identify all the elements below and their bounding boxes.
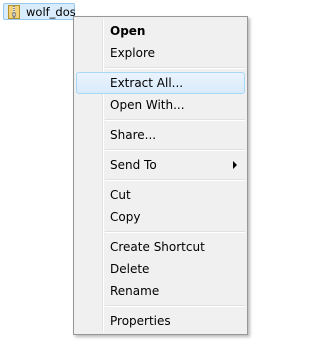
menu-item-share[interactable]: Share...	[76, 124, 245, 146]
menu-item-rename[interactable]: Rename	[76, 280, 245, 302]
menu-item-open[interactable]: Open	[76, 20, 245, 42]
menu-separator	[105, 305, 245, 307]
context-menu: Open Explore Extract All... Open With...…	[73, 16, 248, 335]
menu-item-extract-all-label: Extract All...	[110, 76, 184, 90]
menu-item-delete[interactable]: Delete	[76, 258, 245, 280]
menu-item-delete-label: Delete	[110, 262, 150, 276]
menu-item-open-label: Open	[110, 24, 146, 38]
menu-separator	[105, 149, 245, 151]
menu-item-create-shortcut-label: Create Shortcut	[110, 240, 205, 254]
menu-item-create-shortcut[interactable]: Create Shortcut	[76, 236, 245, 258]
menu-item-open-with-label: Open With...	[110, 98, 185, 112]
menu-item-open-with[interactable]: Open With...	[76, 94, 245, 116]
menu-item-properties-label: Properties	[110, 314, 171, 328]
menu-item-explore-label: Explore	[110, 46, 156, 60]
menu-item-send-to-label: Send To	[110, 158, 157, 172]
file-item-wolf-dos[interactable]: wolf_dos	[3, 3, 76, 20]
menu-item-copy-label: Copy	[110, 210, 141, 224]
menu-item-copy[interactable]: Copy	[76, 206, 245, 228]
menu-item-cut-label: Cut	[110, 188, 131, 202]
menu-item-send-to[interactable]: Send To	[76, 154, 245, 176]
menu-separator	[105, 231, 245, 233]
menu-item-properties[interactable]: Properties	[76, 310, 245, 332]
menu-separator	[105, 119, 245, 121]
menu-separator	[105, 179, 245, 181]
zip-folder-icon	[8, 5, 20, 19]
submenu-arrow-icon	[233, 161, 237, 169]
file-name-label: wolf_dos	[26, 5, 76, 19]
menu-item-share-label: Share...	[110, 128, 157, 142]
menu-item-extract-all[interactable]: Extract All...	[76, 72, 245, 94]
menu-separator	[105, 67, 245, 69]
menu-item-explore[interactable]: Explore	[76, 42, 245, 64]
menu-item-rename-label: Rename	[110, 284, 160, 298]
menu-item-cut[interactable]: Cut	[76, 184, 245, 206]
